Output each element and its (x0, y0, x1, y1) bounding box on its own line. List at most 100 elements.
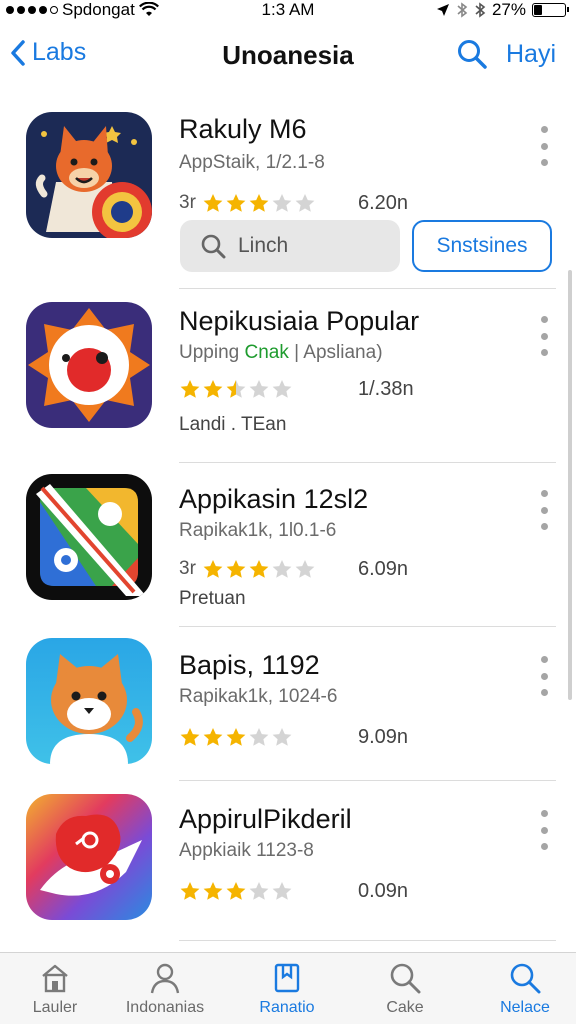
star-icon (203, 194, 223, 212)
star-icon (249, 728, 269, 746)
cat-icon[interactable] (26, 638, 152, 764)
tab-bar: Lauler Indonanias Ranatio Cake Nelace (0, 952, 576, 1024)
star-icon (203, 882, 223, 900)
app-subtitle: Appkiaik 1123-8 (179, 840, 314, 861)
app-size: 1/.38n (358, 378, 414, 400)
star-icon (226, 728, 246, 746)
star-icon (249, 380, 269, 398)
app-subtitle-part: | Apsliana) (294, 342, 383, 363)
star-icon (272, 728, 292, 746)
list-item[interactable]: AppirulPikderil Appkiaik 1123-8 0.09n (0, 782, 576, 942)
app-size: 0.09n (358, 880, 409, 902)
battery-fill (534, 5, 542, 15)
star-icon (180, 380, 200, 398)
person-icon (150, 963, 180, 994)
tab-cake[interactable]: Cake (350, 961, 460, 1017)
rating-prefix: 3r (179, 558, 196, 579)
search-icon (390, 963, 421, 994)
search-icon (201, 234, 226, 259)
star-icon (203, 560, 223, 578)
app-size: 6.09n (358, 558, 409, 580)
star-icon (203, 380, 223, 398)
more-options-button[interactable] (536, 810, 552, 850)
rating-prefix: 3r (179, 192, 196, 213)
navigation-bar: Labs Unoanesia Hayi (0, 28, 576, 84)
location-arrow-icon (436, 4, 449, 16)
map-icon[interactable] (26, 474, 152, 600)
battery-icon (532, 3, 569, 17)
divider (179, 462, 556, 463)
app-title: AppirulPikderil (179, 804, 352, 834)
star-icon (180, 728, 200, 746)
bluetooth-icon (457, 2, 468, 18)
app-title: Bapis, 1192 (179, 650, 320, 680)
search-pill-label: Linch (238, 234, 289, 257)
tab-label: Ranatio (259, 999, 315, 1016)
app-subtitle: AppStaik, 1/2.1-8 (179, 152, 325, 173)
nav-right-button[interactable]: Hayi (506, 40, 556, 69)
star-icon (226, 194, 246, 212)
nav-right-actions: Hayi (456, 38, 556, 70)
list-item[interactable]: Bapis, 1192 Rapikak1k, 1024-6 9.09n (0, 628, 576, 781)
tab-label: Lauler (32, 999, 78, 1016)
star-icon (180, 882, 200, 900)
rating-stars (179, 378, 293, 400)
app-search-pill[interactable]: Linch (180, 220, 400, 272)
tab-lauler[interactable]: Lauler (0, 961, 110, 1017)
tab-label: Cake (386, 999, 424, 1016)
star-icon (226, 380, 246, 398)
back-button[interactable]: Labs (10, 38, 86, 67)
list-item[interactable]: Rakuly M6 AppStaik, 1/2.1-8 3r 6.20n Lin… (0, 96, 576, 289)
status-right: 27% (436, 0, 569, 20)
app-developer: Pretuan (179, 588, 246, 609)
star-icon (249, 882, 269, 900)
list-item[interactable]: Nepikusiaia Popular Upping Cnak | Apslia… (0, 290, 576, 463)
rating-stars (202, 558, 316, 580)
star-icon (272, 882, 292, 900)
tab-ranatio[interactable]: Ranatio (232, 961, 342, 1017)
divider (179, 940, 556, 941)
tab-indonanias[interactable]: Indonanias (110, 961, 220, 1017)
star-icon (295, 560, 315, 578)
more-options-button[interactable] (536, 316, 552, 356)
app-developer: Landi . TEan (179, 414, 287, 435)
tab-nelace[interactable]: Nelace (470, 961, 576, 1017)
red-circle-emblem-icon[interactable] (26, 302, 152, 428)
star-icon (249, 194, 269, 212)
more-options-button[interactable] (536, 490, 552, 530)
app-title: Rakuly M6 (179, 114, 307, 144)
star-icon (272, 380, 292, 398)
more-options-button[interactable] (536, 656, 552, 696)
star-icon (272, 560, 292, 578)
star-icon (295, 194, 315, 212)
bookmark-icon (274, 963, 300, 993)
fox-mascot-icon[interactable] (26, 112, 152, 238)
subscribe-button[interactable]: Snstsines (412, 220, 552, 272)
star-icon (226, 882, 246, 900)
tab-label: Indonanias (125, 999, 205, 1016)
app-subtitle: Upping Cnak | Apsliana) (179, 342, 383, 364)
app-title: Nepikusiaia Popular (179, 306, 420, 336)
app-subtitle: Rapikak1k, 1l0.1-6 (179, 520, 337, 541)
app-subtitle-part: Upping (179, 342, 240, 363)
rating-stars (179, 726, 293, 748)
home-icon (42, 964, 68, 993)
more-options-button[interactable] (536, 126, 552, 166)
scrollbar[interactable] (568, 270, 572, 700)
divider (179, 780, 556, 781)
chevron-left-icon (11, 39, 25, 66)
rainbow-fish-icon[interactable] (26, 794, 152, 920)
list-item[interactable]: Appikasin 12sl2 Rapikak1k, 1l0.1-6 3r 6.… (0, 464, 576, 627)
search-icon (510, 963, 541, 994)
status-bar: Spdongat 1:3 AM 27% (0, 0, 576, 20)
star-icon (203, 728, 223, 746)
rating-stars (202, 192, 316, 214)
search-icon[interactable] (456, 38, 488, 70)
app-size: 6.20n (358, 192, 409, 214)
app-subtitle-highlight: Cnak (244, 342, 289, 363)
app-subtitle: Rapikak1k, 1024-6 (179, 686, 338, 707)
app-title: Appikasin 12sl2 (179, 484, 369, 514)
star-icon (226, 560, 246, 578)
star-icon (272, 194, 292, 212)
star-icon (249, 560, 269, 578)
